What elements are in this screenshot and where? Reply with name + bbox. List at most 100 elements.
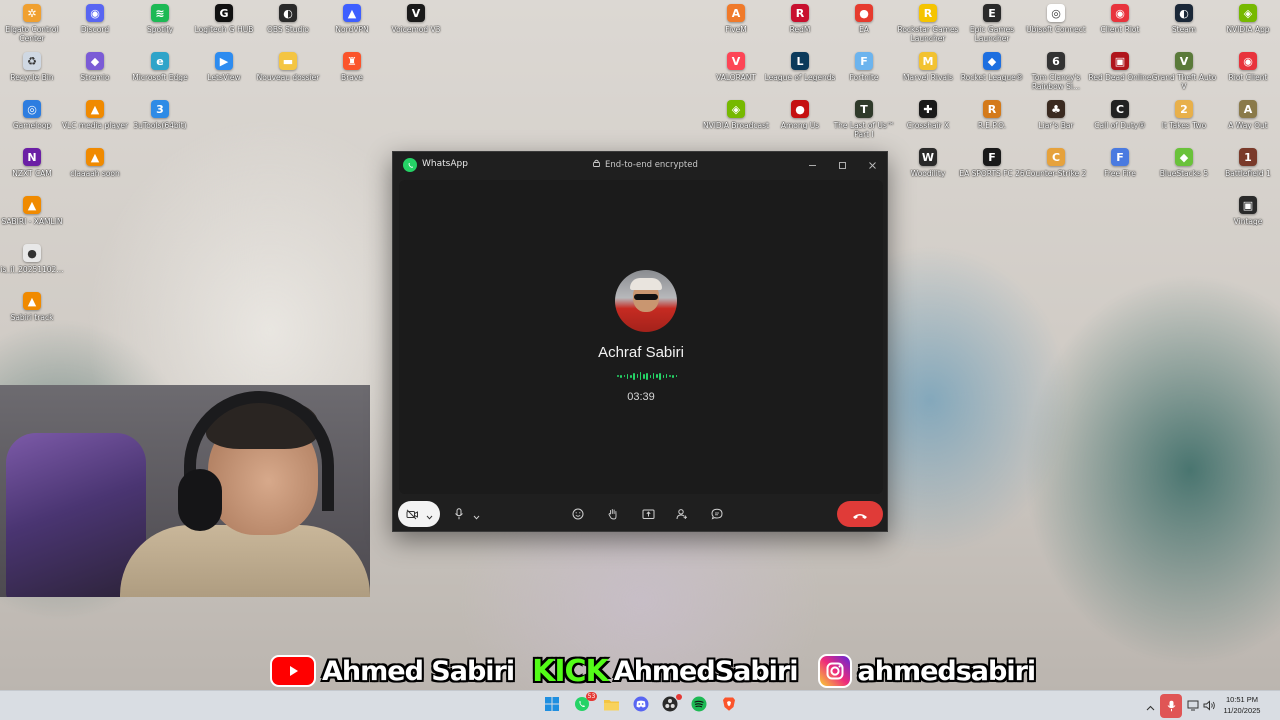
desktop-icon[interactable]: ◐ Steam: [1152, 4, 1216, 52]
desktop-icon[interactable]: E Epic Games Launcher: [960, 4, 1024, 52]
a-way-out-icon: A: [1239, 100, 1257, 118]
desktop-icon[interactable]: e Microsoft Edge: [128, 52, 192, 100]
file-icon: ●: [23, 244, 41, 262]
taskbar-brave[interactable]: [719, 696, 739, 716]
desktop-icon[interactable]: ◈ NVIDIA App: [1216, 4, 1280, 52]
desktop-icon[interactable]: ◎ Gameloop: [0, 100, 64, 148]
desktop-icon-label: FiveM: [725, 25, 747, 34]
spotify-icon: ≋: [151, 4, 169, 22]
desktop-icon[interactable]: R R.E.P.O.: [960, 100, 1024, 148]
desktop-icon[interactable]: ◈ NVIDIA Broadcast: [703, 100, 769, 148]
desktop-icon[interactable]: C Counter-Strike 2: [1024, 148, 1088, 196]
desktop-icon[interactable]: F Fortnite: [832, 52, 896, 100]
desktop-icon[interactable]: 6 Tom Clancy's Rainbow Si...: [1024, 52, 1088, 100]
volume-control[interactable]: [1202, 698, 1216, 712]
desktop-icon[interactable]: ▬ Nouveau dossier: [256, 52, 320, 100]
desktop-icon-label: Liar's Bar: [1038, 121, 1074, 130]
camera-toggle-button[interactable]: [398, 501, 440, 527]
steam-icon: ◐: [1175, 4, 1193, 22]
desktop-icon-label: Among Us: [780, 121, 820, 130]
desktop-icon[interactable]: ♣ Liar's Bar: [1024, 100, 1088, 148]
open-chat-button[interactable]: [707, 504, 727, 524]
desktop-icon[interactable]: ◆ Stremio: [63, 52, 127, 100]
battlefield-icon: 1: [1239, 148, 1257, 166]
taskbar-discord[interactable]: [631, 696, 651, 716]
close-button[interactable]: [859, 156, 885, 174]
desktop-icon-label: RedM: [789, 25, 811, 34]
desktop-icon[interactable]: G Logitech G HUB: [192, 4, 256, 52]
desktop-icon[interactable]: ◐ OBS Studio: [256, 4, 320, 52]
desktop-icon-label: claaaah soon: [70, 169, 120, 178]
desktop-icon[interactable]: ◆ Rocket League®: [960, 52, 1024, 100]
network-status[interactable]: [1186, 698, 1200, 712]
chevron-down-icon[interactable]: [473, 505, 480, 524]
desktop-icon[interactable]: ▣ Red Dead Online: [1088, 52, 1152, 100]
desktop-icon[interactable]: M Marvel Rivals: [896, 52, 960, 100]
emoji-reaction-button[interactable]: [568, 504, 588, 524]
live-indicator: [676, 694, 682, 700]
desktop-icon[interactable]: ◉ Discord: [63, 4, 127, 52]
desktop-icon[interactable]: A FiveM: [704, 4, 768, 52]
epic-icon: E: [983, 4, 1001, 22]
desktop-icon[interactable]: ● Among Us: [768, 100, 832, 148]
chevron-down-icon[interactable]: [426, 505, 433, 524]
share-screen-button[interactable]: [638, 504, 658, 524]
stream-social-banner: Ahmed Sabiri KICK AhmedSabiri ahmedsabir…: [270, 652, 1036, 690]
desktop-icon[interactable]: 3 3uTools(64bit): [128, 100, 192, 148]
desktop-icon[interactable]: ▣ Vintage: [1216, 196, 1280, 244]
desktop-icon[interactable]: ✲ Elgato Control Center: [0, 4, 64, 52]
microphone-in-use-indicator[interactable]: [1160, 694, 1182, 718]
maximize-button[interactable]: [829, 156, 855, 174]
desktop-icon[interactable]: A A Way Out: [1216, 100, 1280, 148]
desktop-icon[interactable]: ▲ NordVPN: [320, 4, 384, 52]
desktop-icon[interactable]: V Grand Theft Auto V: [1152, 52, 1216, 100]
desktop-icon[interactable]: ◉ Riot Client: [1216, 52, 1280, 100]
desktop-icon[interactable]: ● is_il_20251102...: [0, 244, 64, 292]
taskbar-whatsapp[interactable]: 53: [572, 692, 597, 716]
desktop-icon[interactable]: F EA SPORTS FC 26: [959, 148, 1025, 196]
desktop-icon[interactable]: ◉ Client Riot: [1088, 4, 1152, 52]
show-hidden-icons-button[interactable]: [1143, 698, 1157, 712]
desktop-icon[interactable]: R RedM: [768, 4, 832, 52]
elgato-icon: ✲: [23, 4, 41, 22]
desktop-icon[interactable]: ♻ Recycle Bin: [0, 52, 64, 100]
desktop-icon[interactable]: ▲ claaaah soon: [63, 148, 127, 196]
marvel-rivals-icon: M: [919, 52, 937, 70]
desktop-icon[interactable]: ◎ Ubisoft Connect: [1024, 4, 1088, 52]
window-titlebar[interactable]: WhatsApp End-to-end encrypted: [393, 152, 887, 179]
desktop-icon[interactable]: 1 Battlefield 1: [1216, 148, 1280, 196]
minimize-button[interactable]: [799, 156, 825, 174]
desktop-icon[interactable]: 2 It Takes Two: [1152, 100, 1216, 148]
system-clock[interactable]: 10:51 PM 11/20/2025: [1220, 694, 1264, 716]
caller-avatar[interactable]: [615, 270, 677, 332]
end-call-button[interactable]: [837, 501, 883, 527]
raise-hand-button[interactable]: [603, 504, 623, 524]
desktop-icon[interactable]: ▶ LetsView: [192, 52, 256, 100]
desktop-icon[interactable]: W Woodility: [896, 148, 960, 196]
desktop-icon[interactable]: ● EA: [832, 4, 896, 52]
start-button[interactable]: [542, 696, 562, 716]
taskbar-spotify[interactable]: [689, 696, 709, 716]
desktop-icon[interactable]: V Voicemod V3: [384, 4, 448, 52]
desktop-icon-label: NVIDIA App: [1226, 25, 1270, 34]
desktop-icon[interactable]: R Rockstar Games Launcher: [896, 4, 960, 52]
desktop-icon[interactable]: ✚ Crosshair X: [896, 100, 960, 148]
desktop-icon[interactable]: ♜ Brave: [320, 52, 384, 100]
desktop-icon[interactable]: ▲ VLC media player: [62, 100, 128, 148]
desktop-icon[interactable]: V VALORANT: [704, 52, 768, 100]
desktop-icon[interactable]: F Free Fire: [1088, 148, 1152, 196]
microphone-button[interactable]: [447, 501, 487, 527]
desktop-icon[interactable]: C Call of Duty®: [1088, 100, 1152, 148]
taskbar-file-explorer[interactable]: [601, 696, 621, 716]
brave-icon: ♜: [343, 52, 361, 70]
desktop-icon[interactable]: ≋ Spotify: [128, 4, 192, 52]
desktop-icon[interactable]: ◆ BlueStacks 5: [1152, 148, 1216, 196]
taskbar-obs[interactable]: [660, 694, 682, 716]
desktop-icon[interactable]: T The Last of Us™ Part I: [832, 100, 896, 148]
desktop-icon[interactable]: N NZXT CAM: [0, 148, 64, 196]
desktop-icon[interactable]: L League of Legends: [765, 52, 835, 100]
youtube-logo-icon: [270, 655, 316, 687]
desktop-icon[interactable]: ▲ Sabiri track: [0, 292, 64, 340]
add-participant-button[interactable]: [672, 504, 692, 524]
desktop-icon[interactable]: ▲ SABIRI - XAMLIN: [0, 196, 64, 244]
